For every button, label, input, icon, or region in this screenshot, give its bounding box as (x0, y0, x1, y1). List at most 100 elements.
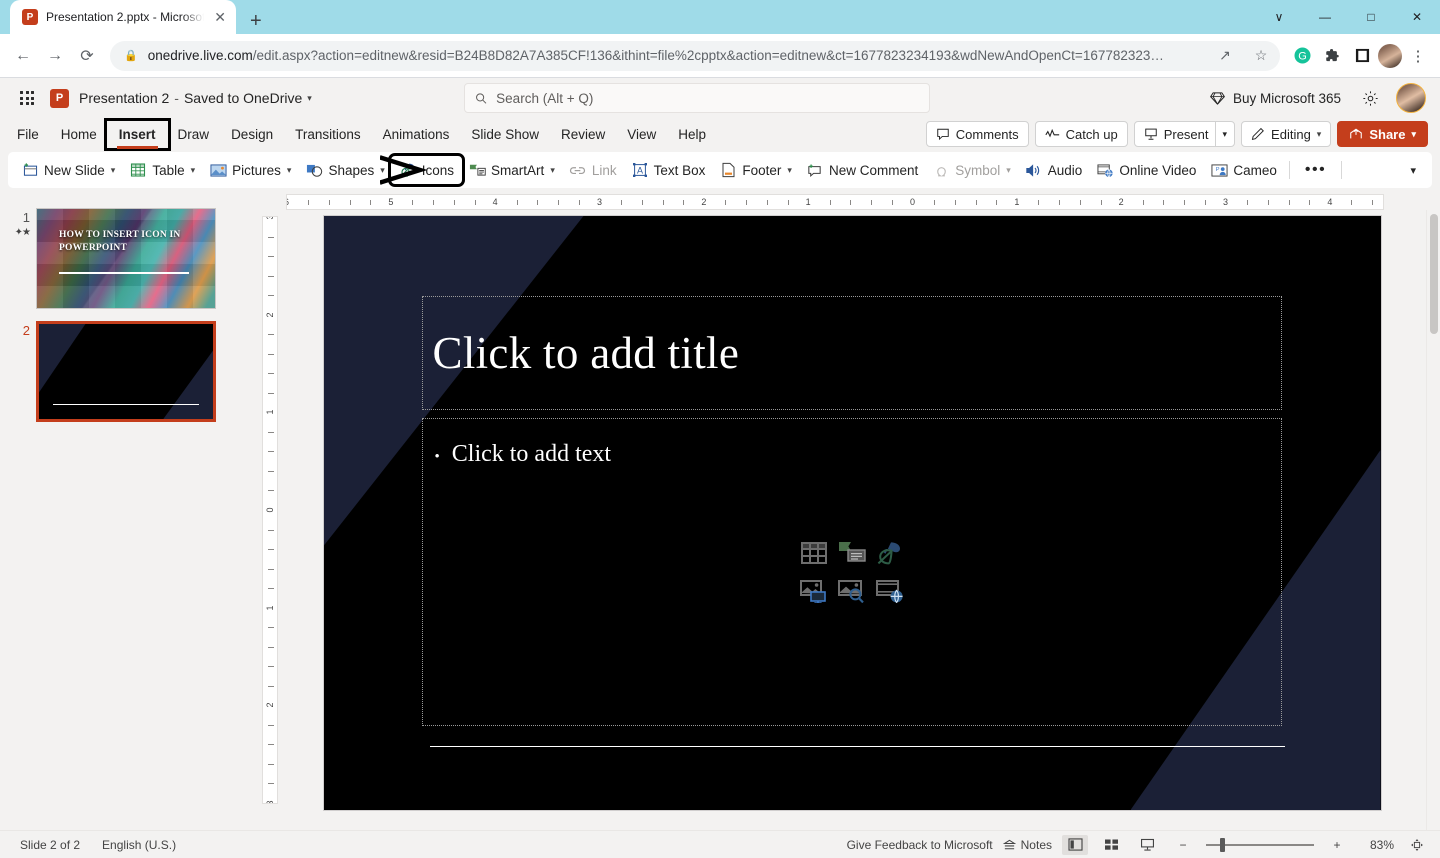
chevron-down-icon[interactable]: ▾ (550, 165, 555, 176)
user-avatar[interactable] (1396, 83, 1426, 113)
ribbon-tab-view[interactable]: View (616, 122, 667, 147)
chevron-down-icon[interactable]: ▾ (1317, 129, 1322, 140)
buy-microsoft-365-button[interactable]: Buy Microsoft 365 (1201, 86, 1350, 111)
icons-button[interactable]: Icons (392, 157, 461, 183)
ribbon-tab-help[interactable]: Help (667, 122, 717, 147)
content-placeholder[interactable]: • Click to add text (422, 418, 1282, 726)
slide-thumbnail-pane[interactable]: 1 ✦★ HOW TO INSERT ICON IN POWERPOINT 2 (0, 194, 248, 830)
slide-counter[interactable]: Slide 2 of 2 (20, 838, 80, 852)
new-comment-button[interactable]: New Comment (799, 157, 925, 183)
notes-button[interactable]: Notes (1003, 838, 1052, 852)
chevron-down-icon[interactable]: ▾ (307, 93, 312, 104)
slide-transition-star-icon[interactable]: ✦★ (8, 227, 30, 238)
insert-table-icon[interactable] (796, 535, 832, 571)
collapse-ribbon-button[interactable]: ▾ (1400, 160, 1426, 181)
ribbon-tab-file[interactable]: File (6, 122, 50, 147)
ribbon-tab-slide-show[interactable]: Slide Show (460, 122, 550, 147)
toolbar-overflow-button[interactable]: ••• (1295, 158, 1336, 182)
share-button[interactable]: Share ▾ (1337, 121, 1428, 147)
browser-menu-icon[interactable]: ⋮ (1404, 42, 1432, 70)
ribbon-tab-review[interactable]: Review (550, 122, 616, 147)
reading-view-icon[interactable] (1134, 835, 1160, 855)
footer-button[interactable]: Footer ▾ (712, 157, 799, 183)
ribbon-tab-draw[interactable]: Draw (167, 122, 221, 147)
insert-pictures-icon[interactable] (834, 573, 870, 609)
smartart-button[interactable]: SmartArt ▾ (461, 157, 562, 183)
zoom-in-button[interactable]: + (1324, 835, 1350, 855)
maximize-button[interactable]: □ (1348, 0, 1394, 34)
chevron-down-icon[interactable]: ▾ (787, 165, 792, 176)
scrollbar-thumb[interactable] (1430, 214, 1438, 334)
chevron-down-icon[interactable]: ▾ (191, 165, 196, 176)
thumbnail-row-1[interactable]: 1 ✦★ HOW TO INSERT ICON IN POWERPOINT (0, 202, 248, 315)
text-box-button[interactable]: A Text Box (624, 157, 713, 183)
insert-icons-icon[interactable] (872, 535, 908, 571)
zoom-out-button[interactable]: − (1170, 835, 1196, 855)
normal-view-icon[interactable] (1062, 835, 1088, 855)
editing-mode-button[interactable]: Editing ▾ (1241, 121, 1331, 147)
slide-vertical-scrollbar[interactable] (1426, 210, 1440, 830)
insert-video-icon[interactable] (872, 573, 908, 609)
slide-sorter-view-icon[interactable] (1098, 835, 1124, 855)
title-placeholder[interactable]: Click to add title (422, 296, 1282, 410)
online-video-button[interactable]: Online Video (1089, 157, 1203, 183)
extensions-puzzle-icon[interactable] (1318, 42, 1346, 70)
window-close-button[interactable]: ✕ (1394, 0, 1440, 34)
zoom-knob[interactable] (1220, 838, 1225, 852)
slide-canvas[interactable]: Click to add title • Click to add text (324, 216, 1381, 810)
browser-tab[interactable]: P Presentation 2.pptx - Microsoft P ✕ (10, 0, 236, 34)
slide-thumbnail-1[interactable]: HOW TO INSERT ICON IN POWERPOINT (36, 208, 216, 309)
forward-icon[interactable]: → (40, 41, 70, 71)
ribbon-tab-animations[interactable]: Animations (372, 122, 461, 147)
audio-button[interactable]: Audio (1018, 157, 1090, 183)
cameo-button[interactable]: P Cameo (1203, 157, 1284, 183)
app-launcher-icon[interactable] (10, 82, 44, 114)
vertical-ruler[interactable]: 3210123 (262, 216, 278, 804)
chevron-down-icon[interactable]: ∨ (1256, 0, 1302, 34)
grammarly-icon[interactable]: G (1288, 42, 1316, 70)
gear-icon[interactable] (1354, 82, 1386, 114)
reload-icon[interactable]: ⟳ (72, 41, 102, 71)
chevron-down-icon[interactable]: ▾ (1215, 122, 1235, 146)
address-bar[interactable]: 🔒 onedrive.live.com/edit.aspx?action=edi… (110, 41, 1280, 71)
chevron-down-icon[interactable]: ▾ (380, 165, 385, 176)
ribbon-tab-design[interactable]: Design (220, 122, 284, 147)
back-icon[interactable]: ← (8, 41, 38, 71)
slide-thumbnail-2[interactable] (36, 321, 216, 422)
insert-smartart-icon[interactable] (834, 535, 870, 571)
horizontal-ruler[interactable]: 6543210123456 (286, 194, 1384, 210)
new-tab-button[interactable]: + (250, 11, 262, 31)
ribbon-tab-home[interactable]: Home (50, 122, 108, 147)
share-icon[interactable]: ↗ (1212, 43, 1238, 69)
search-input[interactable] (496, 91, 919, 106)
bookmark-star-icon[interactable]: ☆ (1248, 43, 1274, 69)
document-title[interactable]: Presentation 2 - Saved to OneDrive ▾ (79, 90, 312, 106)
close-icon[interactable]: ✕ (212, 9, 228, 26)
language-indicator[interactable]: English (U.S.) (102, 838, 176, 852)
shapes-button[interactable]: Shapes ▾ (298, 157, 391, 183)
insert-stock-images-icon[interactable] (796, 573, 832, 609)
ruler-tick-label: 0 (910, 197, 915, 207)
zoom-slider[interactable] (1206, 835, 1314, 855)
pictures-button[interactable]: Pictures ▾ (202, 157, 298, 183)
ribbon-tab-transitions[interactable]: Transitions (284, 122, 372, 147)
document-name: Presentation 2 (79, 90, 169, 106)
present-button[interactable]: Present ▾ (1134, 121, 1235, 147)
ribbon-tab-insert[interactable]: Insert (108, 122, 167, 147)
new-slide-button[interactable]: New Slide ▾ (14, 157, 122, 183)
chevron-down-icon[interactable]: ▾ (1411, 129, 1416, 140)
fit-slide-icon[interactable] (1404, 835, 1430, 855)
comments-button[interactable]: Comments (926, 121, 1029, 147)
feedback-link[interactable]: Give Feedback to Microsoft (847, 838, 993, 852)
chevron-down-icon[interactable]: ▾ (287, 165, 292, 176)
ruler-minor-tick (976, 200, 977, 205)
table-button[interactable]: Table ▾ (122, 157, 202, 183)
search-box[interactable] (464, 83, 930, 113)
zoom-level-label[interactable]: 83% (1360, 838, 1394, 852)
split-screen-icon[interactable] (1348, 42, 1376, 70)
catch-up-button[interactable]: Catch up (1035, 121, 1128, 147)
thumbnail-row-2[interactable]: 2 (0, 315, 248, 428)
browser-profile-avatar[interactable] (1378, 44, 1402, 68)
minimize-button[interactable]: — (1302, 0, 1348, 34)
chevron-down-icon[interactable]: ▾ (111, 165, 116, 176)
